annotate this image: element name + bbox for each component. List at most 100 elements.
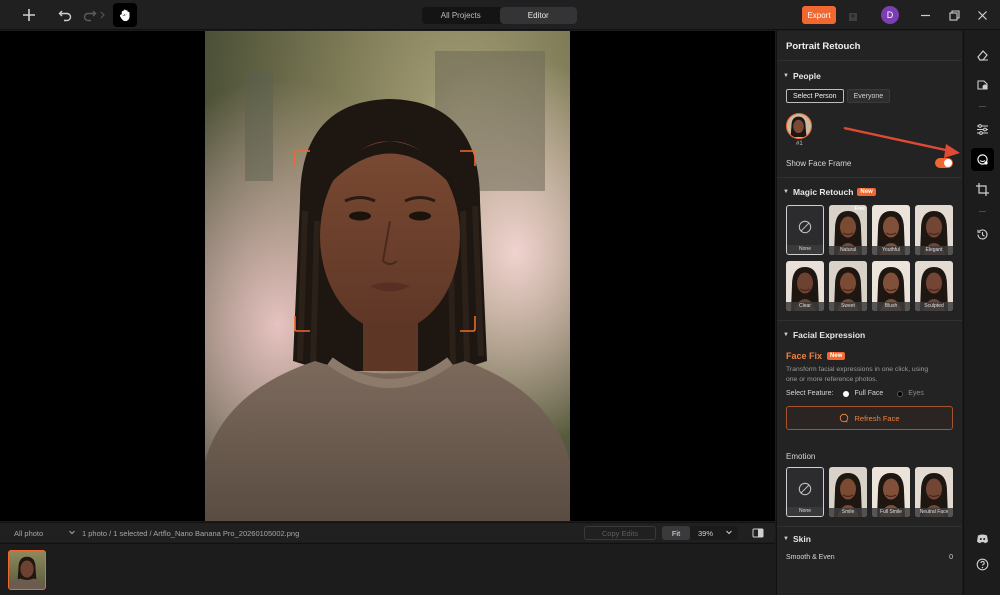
zoom-value: 39%: [698, 528, 714, 538]
new-badge: New: [857, 188, 876, 196]
people-header[interactable]: ▼ People: [777, 71, 962, 81]
photo-filter-select[interactable]: All photo: [14, 529, 43, 538]
user-avatar[interactable]: D: [881, 6, 899, 24]
collapse-triangle-icon: ▼: [783, 189, 789, 195]
full-face-label[interactable]: Full Face: [854, 390, 883, 397]
face-refresh-icon: [840, 413, 849, 423]
facial-expression-header[interactable]: ▼ Facial Expression: [777, 330, 962, 340]
image-canvas[interactable]: [0, 31, 775, 521]
skin-heading: Skin: [792, 534, 811, 544]
smooth-even-value: 0: [949, 554, 953, 561]
chevron-down-icon[interactable]: [68, 528, 76, 538]
people-heading: People: [792, 71, 821, 81]
collapse-triangle-icon: ▼: [783, 536, 789, 542]
photo-thumbnail[interactable]: [8, 550, 46, 590]
help-icon[interactable]: [972, 554, 993, 575]
magic-retouch-header[interactable]: ▼ Magic Retouch New: [777, 187, 962, 197]
preset-label: None: [787, 245, 823, 254]
preset-natural[interactable]: Natural Free: [829, 205, 867, 255]
emotion-smile[interactable]: Smile: [829, 467, 867, 517]
rail-divider: [979, 211, 986, 212]
face-fix-desc-line2: one or more reference photos.: [786, 375, 878, 383]
adjust-sliders-icon[interactable]: [972, 119, 993, 140]
show-face-frame-row: Show Face Frame: [777, 158, 962, 168]
eraser-icon[interactable]: [972, 44, 993, 65]
eyes-radio[interactable]: [897, 390, 904, 397]
face-fix-desc-line1: Transform facial expressions in one clic…: [786, 366, 929, 373]
view-switch: All Projects Editor: [422, 7, 577, 24]
maximize-icon[interactable]: [945, 6, 963, 24]
emotion-label: Full Smile: [872, 508, 910, 517]
add-icon[interactable]: [18, 4, 40, 26]
select-person-button[interactable]: Select Person: [786, 89, 844, 103]
preset-label: Clear: [786, 302, 824, 311]
show-face-frame-toggle[interactable]: [935, 158, 953, 168]
tab-editor[interactable]: Editor: [499, 7, 577, 24]
preset-blush[interactable]: Blush: [872, 261, 910, 311]
face-fix-title: Face Fix New: [777, 351, 962, 361]
hand-tool-icon[interactable]: [113, 3, 137, 27]
emotion-full-smile[interactable]: Full Smile: [872, 467, 910, 517]
emotion-none[interactable]: None: [786, 467, 824, 517]
preset-label: Sculpted: [915, 302, 953, 311]
preset-grid: None Natural Free Youthful Elegant Clear Sweet…: [777, 205, 962, 311]
preset-label: Sweet: [829, 302, 867, 311]
emotion-neutral-face[interactable]: Neutral Face: [915, 467, 953, 517]
portrait-retouch-icon[interactable]: [971, 148, 994, 171]
chevron-down-icon: [725, 528, 733, 538]
full-face-radio[interactable]: [843, 390, 850, 397]
chevron-right-icon: [99, 4, 107, 26]
person-label: #1: [796, 141, 803, 147]
select-feature-label: Select Feature:: [786, 390, 834, 397]
collapse-triangle-icon: ▼: [783, 332, 789, 338]
facial-expression-section: ▼ Facial Expression Face Fix New Transfo…: [777, 321, 962, 527]
magic-retouch-section: ▼ Magic Retouch New None Natural Free Youth…: [777, 178, 962, 321]
preset-youthful[interactable]: Youthful: [872, 205, 910, 255]
portrait-photo: [205, 31, 570, 521]
redo-icon[interactable]: [79, 4, 101, 26]
fit-button[interactable]: Fit: [662, 526, 690, 540]
crop-icon[interactable]: [972, 179, 993, 200]
person-avatar[interactable]: [786, 113, 812, 139]
cloud-save-icon[interactable]: [846, 9, 860, 21]
preset-label: Natural: [829, 246, 867, 255]
skin-header[interactable]: ▼ Skin: [777, 534, 962, 544]
tab-all-projects[interactable]: All Projects: [422, 7, 500, 24]
zoom-select[interactable]: 39%: [690, 526, 738, 540]
eyes-label[interactable]: Eyes: [908, 390, 924, 397]
people-section: ▼ People Select Person Everyone #1 Show …: [777, 61, 962, 178]
everyone-button[interactable]: Everyone: [846, 89, 891, 103]
face-fix-label: Face Fix: [786, 351, 823, 361]
preset-sculpted[interactable]: Sculpted: [915, 261, 953, 311]
emotion-label: Emotion: [786, 452, 816, 461]
preset-clear[interactable]: Clear: [786, 261, 824, 311]
preset-none[interactable]: None: [786, 205, 824, 255]
preset-label: Youthful: [872, 246, 910, 255]
preset-elegant[interactable]: Elegant: [915, 205, 953, 255]
export-button[interactable]: Export: [802, 6, 836, 24]
ai-fill-icon[interactable]: [972, 74, 993, 95]
copy-edits-button[interactable]: Copy Edits: [584, 526, 656, 540]
close-icon[interactable]: [973, 6, 991, 24]
magic-retouch-heading: Magic Retouch: [792, 187, 854, 197]
free-badge: Free: [854, 206, 865, 212]
undo-icon[interactable]: [54, 4, 76, 26]
preset-sweet[interactable]: Sweet: [829, 261, 867, 311]
none-icon: [798, 220, 812, 234]
person-mode-buttons: Select Person Everyone: [786, 89, 962, 103]
refresh-face-label: Refresh Face: [854, 413, 900, 423]
emotion-label: None: [787, 507, 823, 516]
discord-icon[interactable]: [972, 528, 993, 549]
compare-icon[interactable]: [752, 527, 764, 539]
history-icon[interactable]: [972, 224, 993, 245]
smooth-even-label: Smooth & Even: [786, 554, 835, 561]
none-icon: [798, 482, 812, 496]
status-bar: All photo 1 photo / 1 selected / Artflo_…: [0, 522, 775, 542]
new-badge: New: [827, 352, 846, 360]
skin-section: ▼ Skin Smooth & Even 0: [777, 527, 962, 561]
panel-title: Portrait Retouch: [777, 31, 962, 61]
collapse-triangle-icon: ▼: [783, 73, 789, 79]
minimize-icon[interactable]: [916, 6, 934, 24]
refresh-face-button[interactable]: Refresh Face: [786, 406, 953, 430]
face-fix-description: Transform facial expressions in one clic…: [777, 365, 962, 384]
